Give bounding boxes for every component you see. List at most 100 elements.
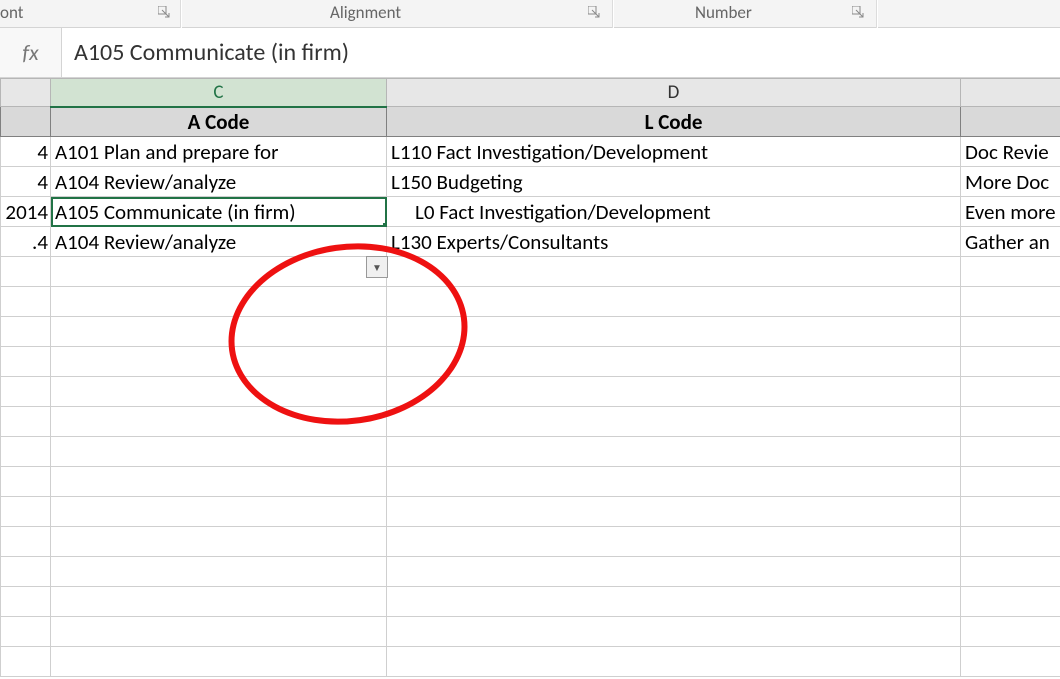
table-row bbox=[1, 437, 1060, 467]
ribbon-group-number-label: Number bbox=[695, 2, 752, 23]
cell[interactable] bbox=[961, 317, 1060, 347]
cell[interactable] bbox=[51, 587, 387, 617]
cell[interactable]: More Doc bbox=[961, 167, 1060, 197]
cell[interactable] bbox=[51, 437, 387, 467]
cell[interactable] bbox=[1, 647, 51, 677]
column-header-selected[interactable]: C bbox=[51, 79, 387, 107]
cell[interactable] bbox=[961, 377, 1060, 407]
cell[interactable] bbox=[51, 257, 387, 287]
dialog-launcher-icon[interactable] bbox=[586, 4, 602, 20]
table-row bbox=[1, 257, 1060, 287]
cell[interactable]: 4 bbox=[1, 137, 51, 167]
cell[interactable]: A104 Review/analyze bbox=[51, 227, 387, 257]
cell[interactable] bbox=[51, 647, 387, 677]
cell[interactable] bbox=[387, 527, 961, 557]
cell[interactable] bbox=[387, 437, 961, 467]
table-row: 2014 A105 Communicate (in firm) L0 Fact … bbox=[1, 197, 1060, 227]
cell[interactable] bbox=[961, 257, 1060, 287]
fx-button[interactable]: fx bbox=[0, 28, 62, 77]
cell[interactable] bbox=[387, 557, 961, 587]
cell[interactable]: .4 bbox=[1, 227, 51, 257]
cell[interactable] bbox=[1, 527, 51, 557]
ribbon-group-font: ont bbox=[0, 2, 23, 26]
cell[interactable] bbox=[387, 617, 961, 647]
ribbon-group-number: Number bbox=[695, 2, 752, 26]
cell[interactable] bbox=[387, 287, 961, 317]
cell[interactable] bbox=[387, 497, 961, 527]
cell[interactable] bbox=[387, 377, 961, 407]
cell[interactable] bbox=[961, 347, 1060, 377]
table-row bbox=[1, 647, 1060, 677]
cell[interactable]: 2014 bbox=[1, 197, 51, 227]
cell[interactable]: A104 Review/analyze bbox=[51, 167, 387, 197]
cell[interactable] bbox=[1, 377, 51, 407]
cell[interactable] bbox=[961, 107, 1060, 137]
cell[interactable]: Gather an bbox=[961, 227, 1060, 257]
cell[interactable] bbox=[961, 287, 1060, 317]
cell[interactable] bbox=[51, 287, 387, 317]
cell[interactable] bbox=[961, 647, 1060, 677]
dialog-launcher-icon[interactable] bbox=[850, 4, 866, 20]
chevron-down-icon: ▼ bbox=[372, 261, 382, 274]
cell-header-lcode[interactable]: L Code bbox=[387, 107, 961, 137]
cell[interactable]: 4 bbox=[1, 167, 51, 197]
cell[interactable] bbox=[51, 557, 387, 587]
cell[interactable] bbox=[51, 347, 387, 377]
cell[interactable] bbox=[961, 497, 1060, 527]
cell[interactable] bbox=[1, 257, 51, 287]
cell[interactable]: L0 Fact Investigation/Development bbox=[387, 197, 961, 227]
cell[interactable] bbox=[961, 587, 1060, 617]
cell[interactable]: A101 Plan and prepare for bbox=[51, 137, 387, 167]
cell[interactable] bbox=[51, 317, 387, 347]
cell[interactable] bbox=[961, 617, 1060, 647]
cell[interactable] bbox=[51, 407, 387, 437]
cell[interactable]: Doc Revie bbox=[961, 137, 1060, 167]
cell[interactable] bbox=[1, 317, 51, 347]
cell[interactable] bbox=[387, 467, 961, 497]
cell[interactable] bbox=[51, 497, 387, 527]
cell[interactable] bbox=[51, 377, 387, 407]
cell[interactable] bbox=[1, 287, 51, 317]
formula-bar: fx bbox=[0, 28, 1060, 78]
cell[interactable]: L150 Budgeting bbox=[387, 167, 961, 197]
cell[interactable] bbox=[1, 407, 51, 437]
cell[interactable] bbox=[1, 557, 51, 587]
cell[interactable] bbox=[1, 497, 51, 527]
cell[interactable] bbox=[387, 407, 961, 437]
cell[interactable] bbox=[961, 527, 1060, 557]
cell[interactable] bbox=[51, 467, 387, 497]
cell[interactable] bbox=[1, 107, 51, 137]
cell[interactable] bbox=[387, 587, 961, 617]
table-row: .4 A104 Review/analyze L130 Experts/Cons… bbox=[1, 227, 1060, 257]
ribbon-group-alignment-label: Alignment bbox=[330, 2, 401, 23]
cell[interactable] bbox=[1, 347, 51, 377]
cell[interactable]: L130 Experts/Consultants bbox=[387, 227, 961, 257]
table-row bbox=[1, 497, 1060, 527]
cell[interactable] bbox=[387, 347, 961, 377]
cell[interactable] bbox=[51, 527, 387, 557]
cell[interactable] bbox=[961, 557, 1060, 587]
cell[interactable]: L110 Fact Investigation/Development bbox=[387, 137, 961, 167]
cell-header-acode[interactable]: A Code bbox=[51, 107, 387, 137]
cell[interactable] bbox=[1, 587, 51, 617]
cell[interactable] bbox=[1, 467, 51, 497]
cell[interactable] bbox=[1, 617, 51, 647]
cell[interactable] bbox=[961, 437, 1060, 467]
cell[interactable] bbox=[387, 647, 961, 677]
cell[interactable] bbox=[51, 617, 387, 647]
cell[interactable] bbox=[961, 407, 1060, 437]
spreadsheet-grid[interactable]: C D A Code L Code 4 A101 Plan and prepar… bbox=[0, 78, 1060, 677]
column-header[interactable]: D bbox=[387, 79, 961, 107]
cell-selected[interactable]: A105 Communicate (in firm) bbox=[51, 197, 387, 227]
validation-dropdown-button[interactable]: ▼ bbox=[366, 256, 388, 278]
cell[interactable] bbox=[1, 437, 51, 467]
formula-input[interactable] bbox=[62, 28, 1060, 77]
cell[interactable] bbox=[387, 257, 961, 287]
table-row: 4 A101 Plan and prepare for L110 Fact In… bbox=[1, 137, 1060, 167]
cell[interactable] bbox=[387, 317, 961, 347]
dialog-launcher-icon[interactable] bbox=[156, 4, 172, 20]
column-header[interactable] bbox=[961, 79, 1060, 107]
cell[interactable] bbox=[961, 467, 1060, 497]
column-header[interactable] bbox=[1, 79, 51, 107]
cell[interactable]: Even more bbox=[961, 197, 1060, 227]
